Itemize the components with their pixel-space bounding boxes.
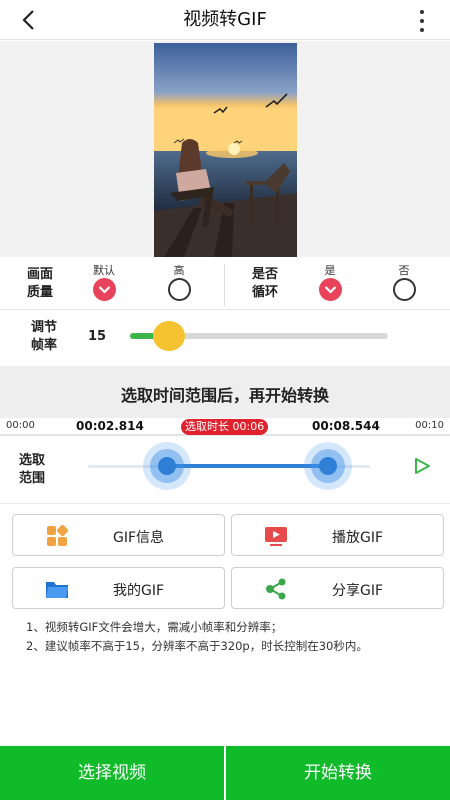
share-gif-button[interactable]: 分享GIF [231,567,444,609]
fps-label: 调节 帧率 [30,320,57,353]
quality-high-radio[interactable] [168,278,191,301]
range-panel: 选取 范围 [0,438,450,504]
options-panel: 画面 质量 默认 高 是否 循环 是 否 [0,258,450,310]
fps-value: 15 [88,329,107,344]
timeline-bar: 00:00 00:02.814 选取时长 00:06 00:08.544 00:… [0,418,450,436]
my-gif-button[interactable]: 我的GIF [12,567,225,609]
play-gif-button[interactable]: 播放GIF [231,514,444,556]
fps-slider-thumb[interactable] [152,321,185,351]
select-video-button[interactable]: 选择视频 [0,746,224,800]
more-button[interactable] [418,10,426,32]
options-divider [224,264,225,306]
quality-default-radio[interactable] [93,278,116,301]
range-start-time: 00:02.814 [76,419,144,433]
notes: 1、视频转GIF文件会增大，需减小帧率和分辨率； 2、建议帧率不高于15，分辨率… [26,618,368,656]
loop-yes-label: 是 [324,264,336,277]
duration-badge: 选取时长 00:06 [181,419,269,435]
range-start-handle[interactable] [142,442,191,490]
video-preview-area [0,41,450,257]
range-end-time: 00:08.544 [312,419,380,433]
loop-no-radio[interactable] [393,278,416,301]
range-end-handle[interactable] [303,442,352,490]
range-label: 选取 范围 [18,453,45,486]
chevron-down-icon [98,286,111,294]
loop-label: 是否 循环 [251,267,278,300]
hint-text: 选取时间范围后，再开始转换 [120,386,329,405]
timeline-end: 00:10 [415,420,444,431]
quality-high-label: 高 [173,264,185,277]
chevron-down-icon [324,286,337,294]
gif-info-button[interactable]: GIF信息 [12,514,225,556]
video-preview-image[interactable] [154,43,297,257]
quality-default-label: 默认 [93,264,115,277]
preview-play-button[interactable] [412,456,432,476]
play-icon [415,458,430,474]
note-item: 2、建议帧率不高于15，分辨率不高于320p，时长控制在30秒内。 [26,639,368,653]
top-bar: 视频转GIF [0,0,450,40]
note-item: 1、视频转GIF文件会增大，需减小帧率和分辨率； [26,620,283,634]
loop-no-label: 否 [398,264,410,277]
loop-yes-radio[interactable] [319,278,342,301]
page-title: 视频转GIF [183,9,267,30]
quality-label: 画面 质量 [26,267,53,300]
more-icon [420,10,424,14]
start-convert-button[interactable]: 开始转换 [224,746,450,800]
timeline-start: 00:00 [6,420,35,431]
bottom-bar: 选择视频 开始转换 [0,746,450,800]
